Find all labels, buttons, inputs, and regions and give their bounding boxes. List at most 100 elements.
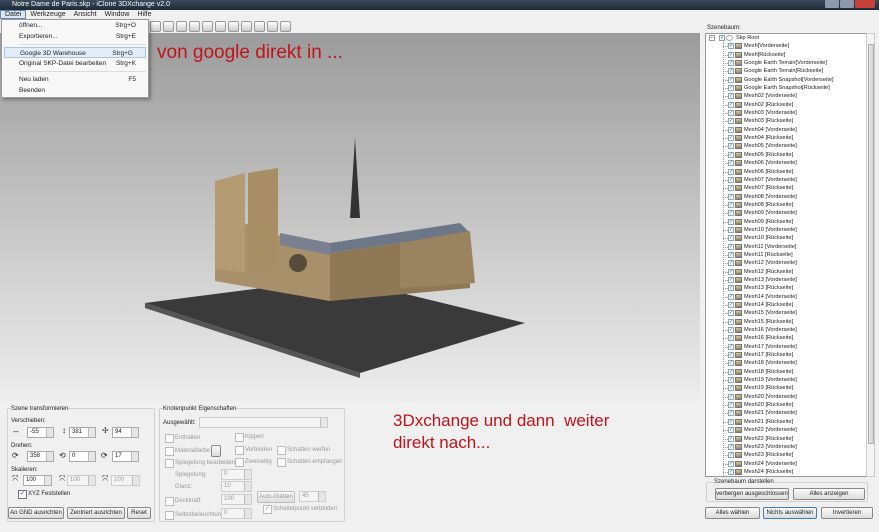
close-button[interactable] [855,0,875,8]
menu-ansicht[interactable]: Ansicht [70,10,101,19]
scrollbar-thumb[interactable] [868,44,874,444]
rotate-tool-icon[interactable] [228,20,239,32]
checkbox-icon[interactable]: ✓ [728,193,734,200]
tree-item[interactable]: ✓ Mesh06 [Rückseite] [706,168,866,176]
scale-z-input[interactable]: 100 [111,475,140,486]
xyz-lock-checkbox[interactable]: XYZ Feststellen [18,490,70,499]
scene-tree[interactable]: − ✓ Skp Root ✓ Mesh[Vorderseite] ✓ Mesh[Rücks… [705,33,867,477]
checkbox-icon[interactable]: ✓ [728,168,734,175]
move-y-input[interactable]: 381 [69,427,96,438]
tree-item[interactable]: ✓ Mesh22 [Vorderseite] [706,426,866,434]
tree-item[interactable]: ✓ Mesh04 [Vorderseite] [706,126,866,134]
checkbox-icon[interactable]: ✓ [728,226,734,233]
tree-item[interactable]: ✓ Mesh05 [Vorderseite] [706,142,866,150]
tree-item[interactable]: ✓ Mesh02 [Rückseite] [706,101,866,109]
tree-item[interactable]: ✓ Mesh23 [Rückseite] [706,451,866,459]
menu-item-google-warehouse[interactable]: Google 3D Warehouse Strg+G [4,47,146,58]
rotate-y-input[interactable]: 0 [69,451,96,462]
checkbox-icon[interactable]: ✓ [728,201,734,208]
menu-datei[interactable]: Datei [0,10,27,19]
scene-tree-scrollbar[interactable] [866,33,875,477]
character-tool-icon[interactable] [163,20,174,32]
refresh-tool-icon[interactable] [241,20,252,32]
tree-item[interactable]: ✓ Mesh11 [Vorderseite] [706,243,866,251]
checkbox-icon[interactable]: ✓ [728,135,734,142]
scale-x-input[interactable]: 100 [23,475,52,486]
tree-item[interactable]: ✓ Mesh08 [Vorderseite] [706,193,866,201]
checkbox-icon[interactable]: ✓ [728,101,734,108]
tree-item[interactable]: ✓ Mesh14 [Vorderseite] [706,293,866,301]
checkbox-icon[interactable]: ✓ [728,352,734,359]
shade-tool-icon[interactable] [267,20,278,32]
gloss-input[interactable]: 10 [221,481,252,492]
tree-item[interactable]: ✓ Mesh15 [Rückseite] [706,318,866,326]
center-align-button[interactable]: Zentriert ausrichten [67,507,125,519]
tree-item[interactable]: ✓ Mesh12 [Rückseite] [706,268,866,276]
tree-root[interactable]: − ✓ Skp Root [706,34,866,42]
tree-item[interactable]: ✓ Mesh12 [Vorderseite] [706,259,866,267]
checkbox-icon[interactable]: ✓ [728,93,734,100]
save-tool-icon[interactable] [280,20,291,32]
rotate-x-input[interactable]: 358 [27,451,54,462]
tree-item[interactable]: ✓ Mesh09 [Rückseite] [706,218,866,226]
checkbox-icon[interactable]: ✓ [728,327,734,334]
move-x-input[interactable]: -55 [27,427,54,438]
vertex-connect-checkbox[interactable]: Scheitelpunkt verbinden [263,505,337,514]
tree-item[interactable]: ✓ Mesh03 [Rückseite] [706,117,866,125]
checkbox-icon[interactable]: ✓ [728,360,734,367]
minimize-button[interactable] [825,0,839,8]
select-all-button[interactable]: Alles wählen [705,507,760,519]
tree-item[interactable]: ✓ Mesh15 [Vorderseite] [706,309,866,317]
tree-item[interactable]: ✓ Mesh[Rückseite] [706,51,866,59]
tree-item[interactable]: ✓ Google Earth Terrain[Rückseite] [706,67,866,75]
checkbox-icon[interactable]: ✓ [728,260,734,267]
checkbox-icon[interactable]: ✓ [728,368,734,375]
checkbox-icon[interactable]: ✓ [728,235,734,242]
checkbox-icon[interactable]: ✓ [728,176,734,183]
menu-item-export[interactable]: Exportieren... Strg+E [2,31,148,42]
self-illumination-input[interactable]: 0 [221,508,252,519]
checkbox-icon[interactable]: ✓ [728,251,734,258]
move-z-input[interactable]: 94 [112,427,139,438]
checkbox-icon[interactable]: ✓ [728,160,734,167]
menu-window[interactable]: Window [101,10,134,19]
tree-item[interactable]: ✓ Mesh18 [Rückseite] [706,368,866,376]
checkbox-icon[interactable]: ✓ [728,185,734,192]
tree-item[interactable]: ✓ Mesh20 [Vorderseite] [706,393,866,401]
cast-shadow-checkbox[interactable]: Schatten werfen [277,446,330,455]
checkbox-icon[interactable]: ✓ [728,302,734,308]
align-gnd-button[interactable]: An GND ausrichten [8,507,64,519]
material-tool-icon[interactable] [254,20,265,32]
tree-item[interactable]: ✓ Mesh10 [Vorderseite] [706,226,866,234]
checkbox-icon[interactable]: ✓ [728,51,734,58]
checkbox-icon[interactable]: ✓ [728,85,734,92]
tree-item[interactable]: ✓ Mesh24 [Vorderseite] [706,460,866,468]
tree-item[interactable]: ✓ Mesh21 [Rückseite] [706,418,866,426]
frame-tool-icon[interactable] [202,20,213,32]
show-all-button[interactable]: Alles anzeigen [793,488,865,500]
checkbox-icon[interactable]: ✓ [728,143,734,150]
checkbox-icon[interactable]: ✓ [728,435,734,442]
checkbox-icon[interactable]: ✓ [728,393,734,400]
menu-hilfe[interactable]: Hilfe [134,10,156,19]
rotate-z-input[interactable]: 17 [112,451,139,462]
auto-smooth-button[interactable]: Auto-Glätten [257,491,295,503]
opacity-checkbox[interactable]: Deckkraft [165,497,200,506]
checkbox-icon[interactable]: ✓ [728,276,734,283]
checkbox-icon[interactable]: ✓ [728,427,734,434]
checkbox-icon[interactable]: ✓ [728,68,734,75]
checkbox-icon[interactable]: ✓ [728,318,734,325]
select-none-button[interactable]: Nichts auswählen [763,507,817,519]
checkbox-icon[interactable]: ✓ [728,118,734,125]
checkbox-icon[interactable]: ✓ [728,377,734,384]
tree-item[interactable]: ✓ Mesh17 [Rückseite] [706,351,866,359]
tree-item[interactable]: ✓ Mesh18 [Vorderseite] [706,359,866,367]
tree-item[interactable]: ✓ Mesh04 [Rückseite] [706,134,866,142]
checkbox-icon[interactable]: ✓ [728,460,734,467]
checkbox-icon[interactable]: ✓ [728,335,734,342]
checkbox-icon[interactable]: ✓ [728,452,734,459]
tree-item[interactable]: ✓ Mesh21 [Vorderseite] [706,409,866,417]
checkbox-icon[interactable]: ✓ [728,443,734,450]
light-tool-icon[interactable] [215,20,226,32]
tree-item[interactable]: ✓ Mesh10 [Rückseite] [706,234,866,242]
